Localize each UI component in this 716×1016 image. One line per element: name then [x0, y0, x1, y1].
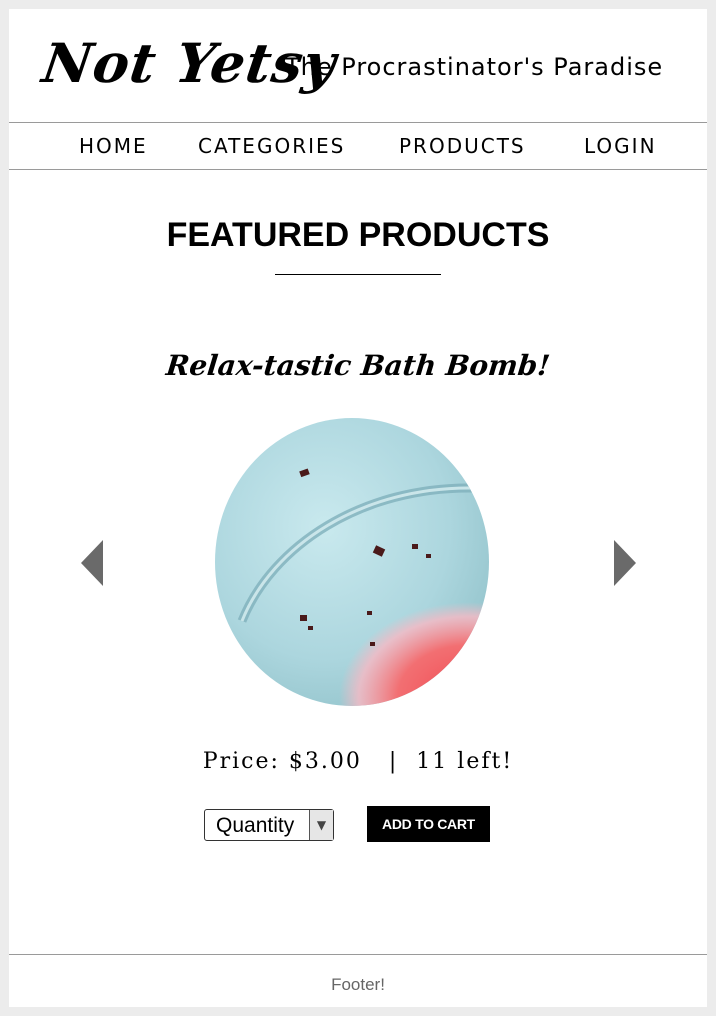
footer-text: Footer! [331, 975, 385, 994]
main-nav: HOME CATEGORIES PRODUCTS LOGIN [9, 123, 707, 170]
title-divider [275, 274, 441, 275]
section-title: FEATURED PRODUCTS [166, 216, 550, 254]
nav-item-login[interactable]: LOGIN [584, 134, 657, 158]
nav-item-products[interactable]: PRODUCTS [399, 134, 526, 158]
site-header: Not Yetsy The Procrastinator's Paradise [9, 9, 707, 123]
nav-item-categories[interactable]: CATEGORIES [198, 134, 345, 158]
quantity-label: Quantity [216, 814, 295, 837]
add-to-cart-button[interactable]: ADD TO CART [367, 806, 490, 842]
bath-bomb-image [212, 416, 490, 709]
product-name: Relax-tastic Bath Bomb! [164, 349, 552, 382]
product-price-stock: Price: $3.00 | 11 left! [202, 749, 514, 774]
chevron-down-icon[interactable]: ▼ [309, 810, 333, 840]
page: Not Yetsy The Procrastinator's Paradise … [9, 9, 707, 1007]
site-footer: Footer! [9, 954, 707, 1007]
arrow-left-icon[interactable] [81, 540, 103, 586]
arrow-right-icon[interactable] [614, 540, 636, 586]
nav-item-home[interactable]: HOME [79, 134, 148, 158]
quantity-select[interactable]: Quantity ▼ [204, 809, 334, 841]
site-tagline: The Procrastinator's Paradise [285, 53, 664, 81]
